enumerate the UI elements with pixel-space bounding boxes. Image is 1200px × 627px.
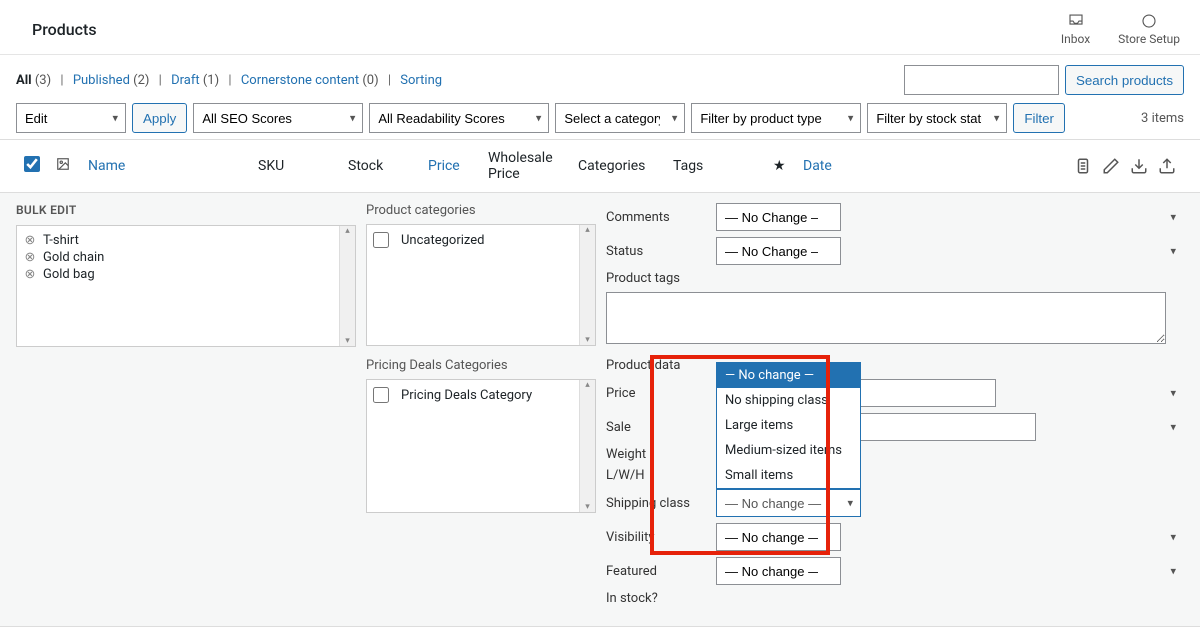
filter-button[interactable]: Filter <box>1013 103 1065 133</box>
uncategorized-label: Uncategorized <box>401 233 484 248</box>
col-date[interactable]: Date <box>795 154 915 178</box>
filter-published[interactable]: Published <box>73 73 130 88</box>
visibility-select[interactable]: — No change — <box>716 523 841 551</box>
seo-score-select[interactable]: All SEO Scores <box>193 103 363 133</box>
shipping-class-select[interactable]: — No change — <box>716 489 861 517</box>
search-input[interactable] <box>904 65 1059 95</box>
col-tags: Tags <box>665 154 765 178</box>
filter-draft[interactable]: Draft <box>171 73 200 88</box>
price-label: Price <box>606 386 706 401</box>
featured-label: Featured <box>606 564 706 579</box>
table-header: Name SKU Stock Price Wholesale Price Cat… <box>0 139 1200 193</box>
filter-all-count: (3) <box>35 73 51 88</box>
filter-sorting[interactable]: Sorting <box>400 73 442 88</box>
dropdown-item-no-change[interactable]: — No change — <box>717 363 860 388</box>
col-actions <box>1066 153 1184 179</box>
in-stock-label: In stock? <box>606 591 706 606</box>
product-tags-textarea[interactable] <box>606 292 1166 344</box>
bulk-item-label: Gold chain <box>43 250 104 265</box>
select-all-checkbox[interactable] <box>24 156 40 172</box>
bulk-items-list[interactable]: ⊗ T-shirt ⊗ Gold chain ⊗ Gold bag ▴▾ <box>16 225 356 347</box>
pen-icon[interactable] <box>1102 157 1120 175</box>
scrollbar[interactable]: ▴▾ <box>579 225 595 345</box>
col-categories: Categories <box>570 154 665 178</box>
filter-cornerstone-count: (0) <box>362 73 378 88</box>
product-type-select[interactable]: Filter by product type <box>691 103 861 133</box>
pricing-deals-cat-label: Pricing Deals Category <box>401 388 532 403</box>
list-item: ⊗ Gold bag <box>23 266 349 283</box>
inbox-label: Inbox <box>1061 32 1090 46</box>
col-wholesale: Wholesale Price <box>480 146 570 186</box>
product-categories-label: Product categories <box>366 203 596 218</box>
pricing-deals-label: Pricing Deals Categories <box>366 358 596 373</box>
store-setup-button[interactable]: Store Setup <box>1118 12 1180 46</box>
comments-select[interactable]: — No Change — <box>716 203 841 231</box>
product-categories-list[interactable]: Uncategorized ▴▾ <box>366 224 596 346</box>
list-icon[interactable] <box>1074 157 1092 175</box>
list-item: Pricing Deals Category <box>373 386 589 404</box>
dropdown-item-small[interactable]: Small items <box>717 463 860 488</box>
filter-cornerstone[interactable]: Cornerstone content <box>241 73 359 88</box>
download-icon[interactable] <box>1130 157 1148 175</box>
stock-status-select[interactable]: Filter by stock status <box>867 103 1007 133</box>
remove-icon[interactable]: ⊗ <box>23 251 37 265</box>
list-item: ⊗ Gold chain <box>23 249 349 266</box>
filter-all[interactable]: All <box>16 73 32 88</box>
search-button[interactable]: Search products <box>1065 65 1184 95</box>
shipping-class-label: Shipping class <box>606 496 706 511</box>
scrollbar[interactable]: ▴▾ <box>579 380 595 512</box>
filter-links: All (3) | Published (2) | Draft (1) | Co… <box>16 73 442 88</box>
apply-button[interactable]: Apply <box>132 103 187 133</box>
dropdown-item-medium[interactable]: Medium-sized items <box>717 438 860 463</box>
col-featured[interactable]: ★ <box>765 154 795 178</box>
lwh-label: L/W/H <box>606 468 706 483</box>
featured-select[interactable]: — No change — <box>716 557 841 585</box>
weight-label: Weight <box>606 447 706 462</box>
status-label: Status <box>606 244 706 259</box>
filter-published-count: (2) <box>133 73 149 88</box>
product-tags-label: Product tags <box>606 271 1184 286</box>
col-stock[interactable]: Stock <box>340 154 420 178</box>
store-setup-label: Store Setup <box>1118 32 1180 46</box>
status-select[interactable]: — No Change — <box>716 237 841 265</box>
pricing-deals-list[interactable]: Pricing Deals Category ▴▾ <box>366 379 596 513</box>
image-icon <box>56 157 70 171</box>
col-sku[interactable]: SKU <box>250 154 340 178</box>
remove-icon[interactable]: ⊗ <box>23 234 37 248</box>
bulk-action-select[interactable]: Edit <box>16 103 126 133</box>
col-image <box>48 153 80 179</box>
dropdown-item-no-shipping[interactable]: No shipping class <box>717 388 860 413</box>
readability-select[interactable]: All Readability Scores <box>369 103 549 133</box>
pricing-deals-checkbox[interactable] <box>373 387 389 403</box>
inbox-icon <box>1067 12 1085 30</box>
filter-draft-count: (1) <box>203 73 219 88</box>
list-item: ⊗ T-shirt <box>23 232 349 249</box>
product-data-label: Product data <box>606 358 1184 373</box>
bulk-item-label: T-shirt <box>43 233 79 248</box>
bulk-edit-title: BULK EDIT <box>16 203 356 217</box>
uncategorized-checkbox[interactable] <box>373 232 389 248</box>
visibility-label: Visibility <box>606 530 706 545</box>
list-item: Uncategorized <box>373 231 589 249</box>
dropdown-item-large[interactable]: Large items <box>717 413 860 438</box>
shipping-class-dropdown[interactable]: — No change — No shipping class Large it… <box>716 362 861 489</box>
page-title: Products <box>32 20 97 39</box>
col-price[interactable]: Price <box>420 154 480 178</box>
category-select[interactable]: Select a category <box>555 103 685 133</box>
remove-icon[interactable]: ⊗ <box>23 268 37 282</box>
bulk-item-label: Gold bag <box>43 267 95 282</box>
header-actions: Inbox Store Setup <box>1061 12 1180 46</box>
items-count: 3 items <box>1141 111 1184 126</box>
col-name[interactable]: Name <box>80 154 250 178</box>
upload-icon[interactable] <box>1158 157 1176 175</box>
sale-label: Sale <box>606 420 706 435</box>
comments-label: Comments <box>606 210 706 225</box>
inbox-button[interactable]: Inbox <box>1061 12 1090 46</box>
scrollbar[interactable]: ▴▾ <box>339 226 355 346</box>
circle-icon <box>1140 12 1158 30</box>
